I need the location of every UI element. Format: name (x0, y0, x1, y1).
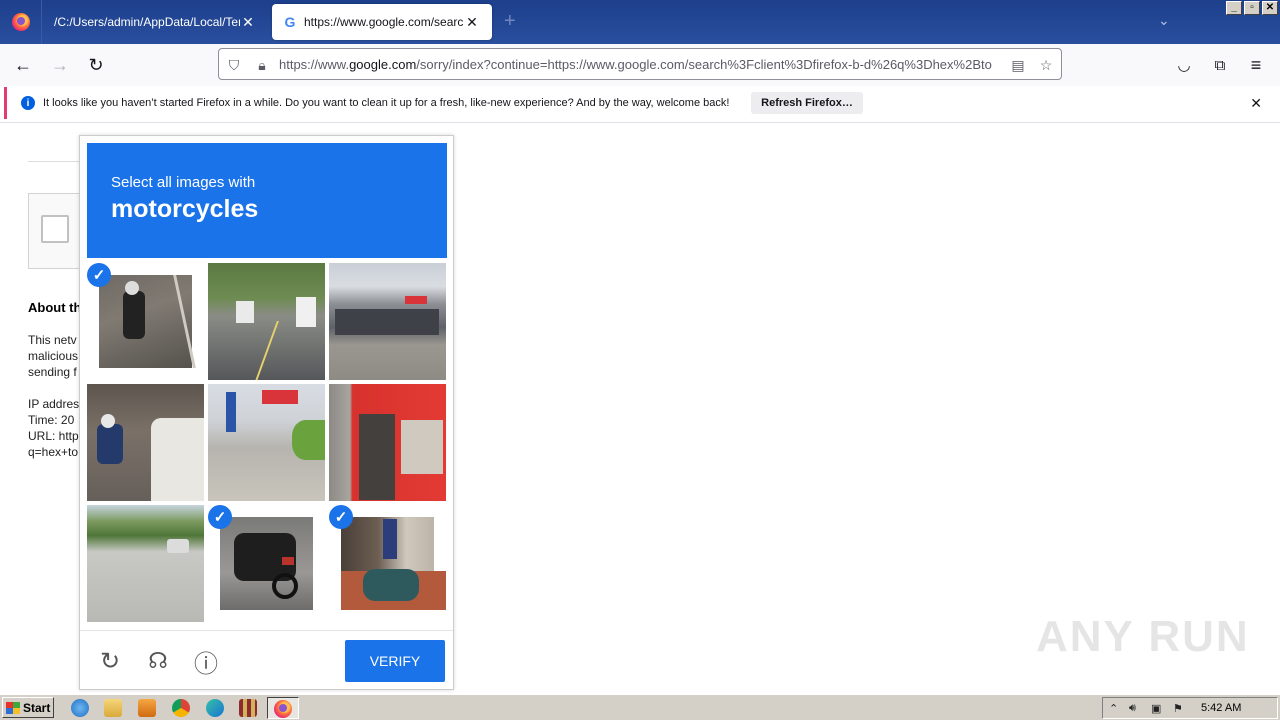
info-icon: i (21, 96, 35, 110)
firefox-logo-icon (11, 13, 30, 31)
image-tile[interactable]: ✓ (208, 505, 325, 622)
page-text-line: q=hex+to (28, 445, 79, 459)
tile-image (99, 275, 196, 368)
tab-close-icon[interactable]: ✕ (240, 14, 256, 31)
page-text-line: Time: 20 (28, 413, 75, 427)
chrome-icon[interactable] (172, 699, 190, 717)
reload-challenge-icon[interactable]: ↻ (97, 648, 123, 675)
url-prefix: https://www. (279, 57, 350, 72)
google-favicon-icon: G (284, 14, 296, 30)
tab-close-icon[interactable]: ✕ (464, 14, 480, 31)
notification-message: It looks like you haven’t started Firefo… (43, 97, 730, 109)
check-icon: ✓ (208, 505, 232, 529)
action-center-flag-icon[interactable]: ⚑ (1173, 702, 1183, 715)
page-text-line: This netv (28, 333, 77, 347)
hamburger-menu-icon[interactable]: ≡ (1243, 53, 1269, 77)
tab-google-search[interactable]: G https://www.google.com/search?c ✕ (272, 4, 492, 40)
recaptcha-checkbox[interactable] (41, 215, 69, 243)
window-controls: _ ▫ ✕ (1226, 1, 1278, 15)
page-text-line[interactable]: URL: http (28, 428, 79, 444)
image-tile[interactable] (208, 384, 325, 501)
check-icon: ✓ (87, 263, 111, 287)
challenge-header: Select all images with motorcycles (87, 143, 447, 258)
tab-title: https://www.google.com/search?c (304, 15, 464, 29)
windows-logo-icon (6, 701, 20, 714)
image-tile[interactable] (208, 263, 325, 380)
tile-image (87, 505, 204, 622)
tab-local-file[interactable]: /C:/Users/admin/AppData/Local/Temp/n ✕ (46, 4, 268, 40)
media-player-icon[interactable] (138, 699, 156, 717)
notification-close-icon[interactable]: ✕ (1250, 95, 1262, 112)
volume-icon[interactable]: 🔊︎ (1129, 702, 1136, 715)
page-text-line: IP addres (28, 397, 80, 411)
challenge-target: motorcycles (111, 195, 259, 223)
anyrun-watermark: ANY RUN (1036, 612, 1250, 661)
check-icon: ✓ (329, 505, 353, 529)
tab-bar: /C:/Users/admin/AppData/Local/Temp/n ✕ G… (0, 0, 1280, 44)
headphones-audio-icon[interactable]: ☊ (145, 648, 171, 674)
image-tile[interactable] (329, 384, 446, 501)
start-label: Start (23, 700, 51, 715)
taskbar: Start ⌃ 🔊︎ ▣ ⚑ 5:42 AM (0, 694, 1280, 720)
image-tile[interactable] (87, 505, 204, 622)
refresh-firefox-button[interactable]: Refresh Firefox… (751, 92, 863, 114)
tile-image (87, 384, 204, 501)
divider (0, 122, 1280, 123)
lock-icon[interactable]: 🔒︎ (253, 56, 271, 74)
pocket-icon[interactable]: ◡ (1171, 53, 1197, 77)
close-window-button[interactable]: ✕ (1262, 1, 1278, 15)
navigation-toolbar: ← → ↻ ⛉ 🔒︎ https://www.google.com/sorry/… (0, 44, 1280, 86)
firefox-taskbar-icon (274, 700, 292, 718)
notification-bar: i It looks like you haven’t started Fire… (4, 87, 1276, 119)
file-explorer-icon[interactable] (104, 699, 122, 717)
minimize-button[interactable]: _ (1226, 1, 1242, 15)
image-tile[interactable] (329, 263, 446, 380)
reload-icon[interactable]: ↻ (83, 53, 109, 77)
verify-button[interactable]: VERIFY (345, 640, 445, 682)
tile-image (329, 384, 446, 501)
reader-view-icon[interactable]: ▤ (1009, 56, 1027, 74)
extensions-icon[interactable]: ⧉ (1207, 53, 1233, 77)
new-tab-plus-icon[interactable]: + (504, 10, 516, 33)
info-icon[interactable]: ⓘ (193, 648, 219, 678)
image-grid: ✓ ✓ ✓ (87, 263, 447, 623)
taskbar-firefox-active[interactable] (267, 697, 299, 719)
page-text-line: malicious (28, 349, 79, 363)
start-button[interactable]: Start (2, 697, 54, 718)
tile-image (329, 263, 446, 380)
image-tile[interactable]: ✓ (87, 263, 204, 380)
recaptcha-challenge: Select all images with motorcycles ✓ ✓ ✓… (79, 135, 454, 690)
winrar-icon[interactable] (239, 699, 257, 717)
address-bar[interactable]: ⛉ 🔒︎ https://www.google.com/sorry/index?… (218, 48, 1062, 80)
url-path: /sorry/index?continue=https://www.google… (416, 57, 992, 72)
tab-title: /C:/Users/admin/AppData/Local/Temp/n (54, 15, 240, 29)
restore-button[interactable]: ▫ (1244, 1, 1260, 15)
image-tile[interactable]: ✓ (329, 505, 446, 622)
forward-arrow-icon[interactable]: → (47, 53, 73, 77)
tile-image (341, 517, 446, 610)
edge-icon[interactable] (206, 699, 224, 717)
tile-image (208, 384, 325, 501)
challenge-instruction: Select all images with (111, 174, 256, 191)
tile-image (220, 517, 313, 610)
shield-icon[interactable]: ⛉ (225, 56, 243, 74)
challenge-footer: ↻ ☊ ⓘ VERIFY (80, 630, 453, 690)
url-domain: google.com (349, 57, 417, 72)
page-text-line: sending f (28, 365, 77, 379)
bookmark-star-icon[interactable]: ☆ (1037, 56, 1055, 74)
clock[interactable]: 5:42 AM (1201, 702, 1241, 714)
url-text[interactable]: https://www.google.com/sorry/index?conti… (279, 57, 1003, 72)
about-heading: About th (28, 300, 82, 315)
tray-expand-icon[interactable]: ⌃ (1109, 702, 1118, 715)
list-all-tabs-chevron-icon[interactable]: ⌄ (1158, 12, 1170, 29)
tile-image (208, 263, 325, 380)
system-tray: ⌃ 🔊︎ ▣ ⚑ 5:42 AM (1102, 697, 1278, 719)
internet-explorer-icon[interactable] (71, 699, 89, 717)
network-icon[interactable]: ▣ (1151, 702, 1161, 715)
firefox-menu-button[interactable] (0, 0, 42, 44)
back-arrow-icon[interactable]: ← (10, 53, 36, 77)
image-tile[interactable] (87, 384, 204, 501)
